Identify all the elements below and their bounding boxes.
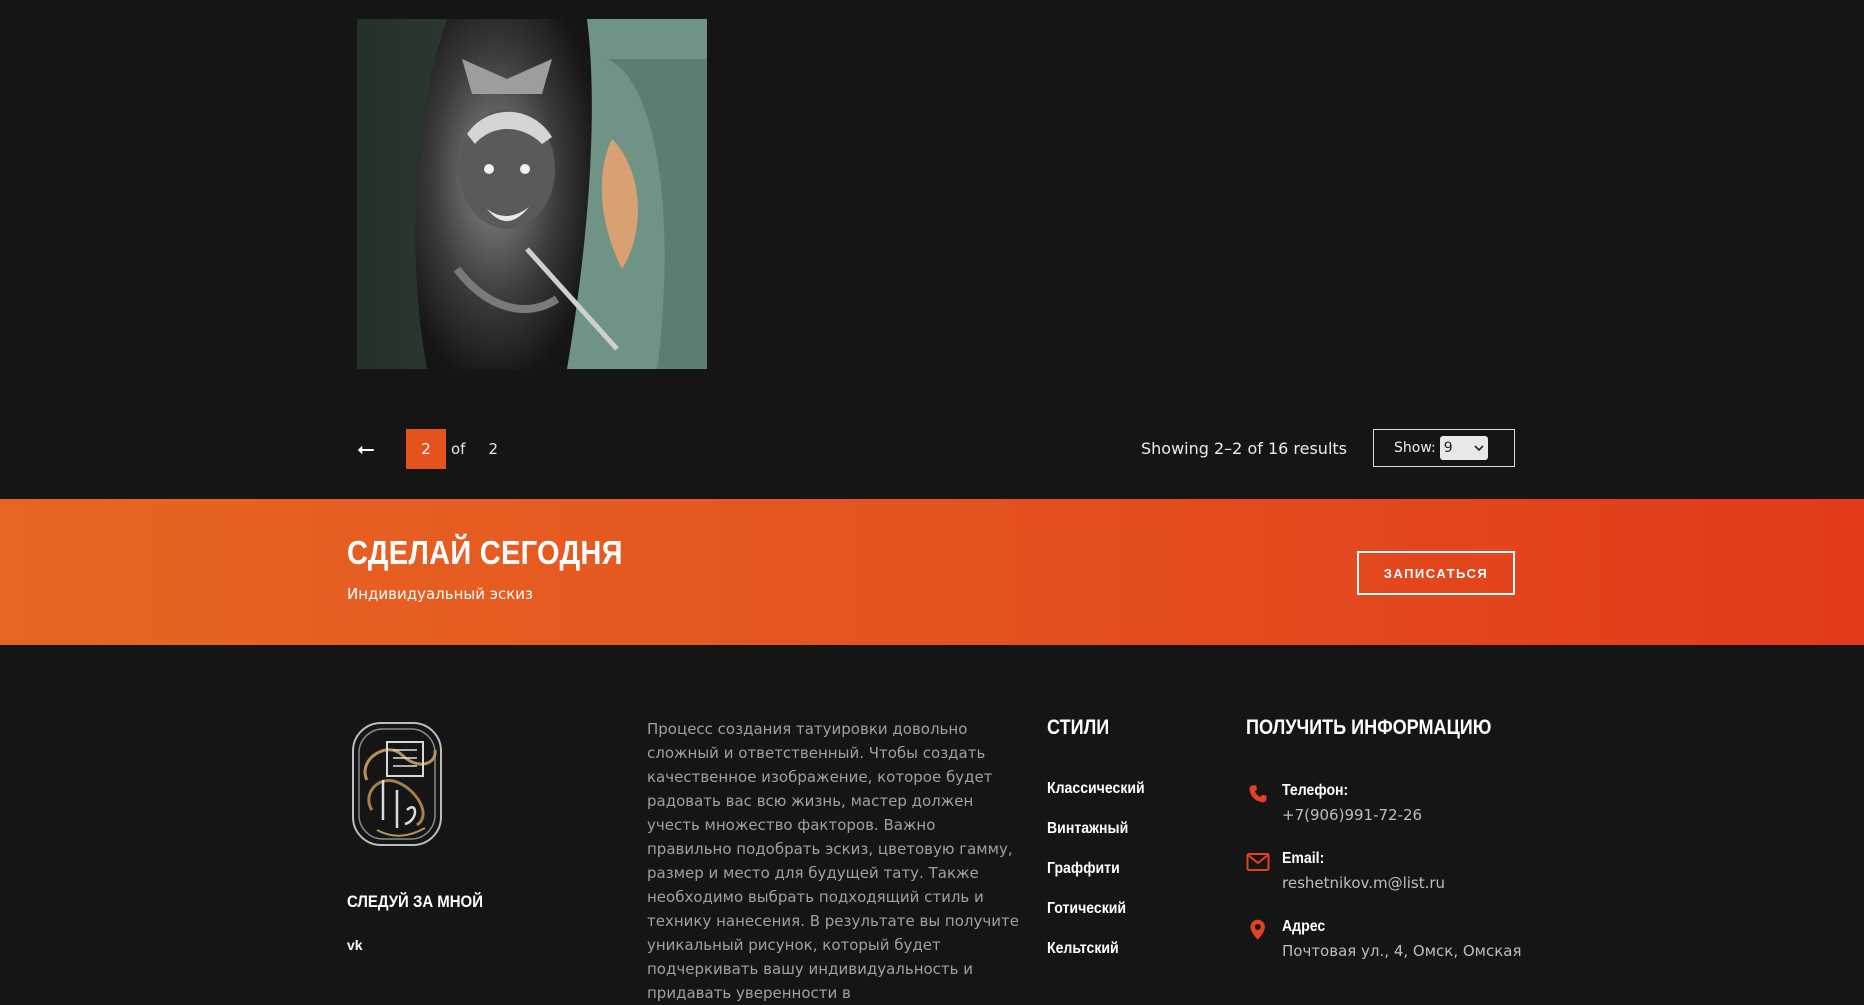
- gallery-image[interactable]: [357, 19, 707, 369]
- info-title: ПОЛУЧИТЬ ИНФОРМАЦИЮ: [1246, 716, 1492, 739]
- of-label: of: [451, 440, 466, 458]
- address-label: Адрес: [1282, 918, 1326, 935]
- chevron-down-icon: [1474, 445, 1484, 452]
- per-page-control: Show: 9: [1373, 429, 1515, 467]
- phone-value[interactable]: +7(906)991-72-26: [1282, 806, 1422, 824]
- map-pin-icon: [1250, 919, 1265, 940]
- book-button[interactable]: ЗАПИСАТЬСЯ: [1357, 551, 1515, 595]
- address-value: Почтовая ул., 4, Омск, Омская: [1282, 942, 1522, 960]
- email-value[interactable]: reshetnikov.m@list.ru: [1282, 874, 1445, 892]
- email-label: Email:: [1282, 850, 1325, 867]
- styles-list: Классический Винтажный Граффити Готическ…: [1047, 780, 1158, 980]
- last-page-link[interactable]: 2: [488, 440, 498, 458]
- vk-icon[interactable]: vk: [347, 937, 363, 953]
- cta-subtitle: Индивидуальный эскиз: [347, 585, 534, 603]
- show-label: Show:: [1394, 440, 1436, 456]
- phone-label: Телефон:: [1282, 782, 1349, 799]
- style-link-vintage[interactable]: Винтажный: [1047, 820, 1145, 860]
- per-page-select[interactable]: 9: [1439, 436, 1488, 460]
- results-count: Showing 2–2 of 16 results: [1141, 439, 1347, 458]
- cta-banner: СДЕЛАЙ СЕГОДНЯ Индивидуальный эскиз ЗАПИ…: [0, 499, 1864, 645]
- logo-emblem: [352, 722, 442, 846]
- current-page: 2: [406, 429, 446, 469]
- per-page-value: 9: [1443, 440, 1453, 456]
- style-link-classic[interactable]: Классический: [1047, 780, 1145, 820]
- envelope-icon: [1246, 853, 1270, 871]
- style-link-graffiti[interactable]: Граффити: [1047, 860, 1145, 900]
- about-text: Процесс создания татуировки довольно сло…: [647, 720, 1019, 1002]
- site-logo[interactable]: [347, 720, 447, 848]
- cta-title: СДЕЛАЙ СЕГОДНЯ: [347, 534, 623, 571]
- style-link-celtic[interactable]: Кельтский: [1047, 940, 1145, 980]
- phone-icon: [1249, 785, 1267, 803]
- styles-title: СТИЛИ: [1047, 716, 1110, 739]
- tattoo-photo-illustration: [357, 19, 707, 369]
- pagination: ⭠ 2 of 2: [357, 429, 498, 469]
- style-link-gothic[interactable]: Готический: [1047, 900, 1145, 940]
- arrow-left-icon[interactable]: ⭠: [357, 437, 405, 462]
- follow-title: СЛЕДУЙ ЗА МНОЙ: [347, 892, 483, 911]
